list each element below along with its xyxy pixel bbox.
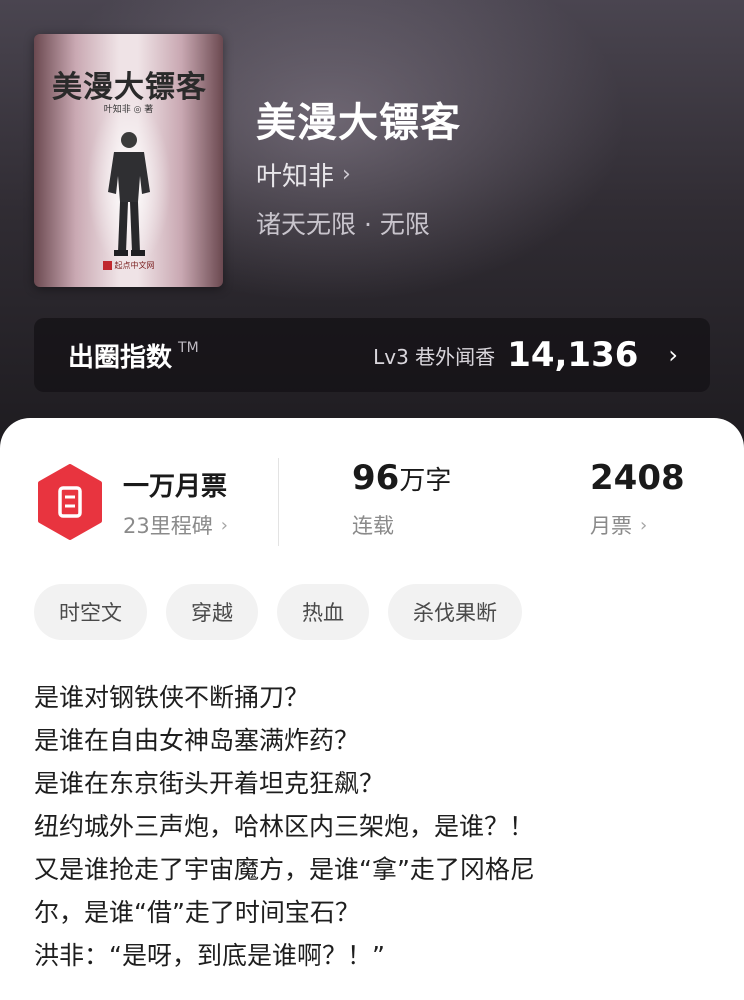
monthly-ticket-badge-icon bbox=[38, 464, 102, 540]
index-level: Lv3 巷外闻香 bbox=[373, 344, 496, 369]
monthly-ticket-link[interactable]: 月票 › bbox=[590, 510, 647, 540]
cover-publisher-logo: 起点中文网 bbox=[34, 260, 223, 271]
ticket-milestone-link[interactable]: 23里程碑 › bbox=[123, 510, 228, 540]
synopsis-line: 又是谁抢走了宇宙魔方，是谁“拿”走了冈格尼 bbox=[34, 855, 535, 884]
ticket-milestone-title: 一万月票 bbox=[123, 472, 228, 502]
synopsis-line: 洪非：“是呀，到底是谁啊？！” bbox=[34, 941, 385, 970]
synopsis-line: 纽约城外三声炮，哈林区内三架炮，是谁？！ bbox=[34, 812, 535, 841]
tag-list: 时空文 穿越 热血 杀伐果断 bbox=[34, 584, 522, 640]
author-name: 叶知非 bbox=[256, 162, 335, 192]
synopsis-line: 是谁对钢铁侠不断捅刀？ bbox=[34, 683, 310, 712]
monthly-ticket-count: 2408 bbox=[590, 458, 685, 498]
tag-chip[interactable]: 杀伐果断 bbox=[388, 584, 522, 640]
serial-status: 连载 bbox=[352, 514, 394, 538]
ticket-milestone-sub: 23里程碑 bbox=[123, 514, 213, 538]
popularity-index-bar[interactable]: 出圈指数 TM Lv3 巷外闻香 14,136 › bbox=[34, 318, 710, 392]
synopsis-line: 尔，是谁“借”走了时间宝石？ bbox=[34, 898, 360, 927]
synopsis-line: 是谁在东京街头开着坦克狂飙？ bbox=[34, 769, 385, 798]
cover-author: 叶知非 ◎ 著 bbox=[103, 105, 154, 115]
synopsis: 是谁对钢铁侠不断捅刀？ 是谁在自由女神岛塞满炸药？ 是谁在东京街头开着坦克狂飙？… bbox=[34, 676, 714, 977]
tag-chip[interactable]: 时空文 bbox=[34, 584, 147, 640]
cover-title: 美漫大镖客 bbox=[52, 70, 207, 105]
monthly-ticket-label: 月票 bbox=[590, 514, 632, 538]
chevron-right-icon: › bbox=[342, 162, 351, 187]
index-value: 14,136 bbox=[507, 335, 639, 375]
cover-figure-illustration bbox=[108, 132, 150, 256]
tag-chip[interactable]: 穿越 bbox=[166, 584, 258, 640]
stats-divider bbox=[278, 458, 279, 546]
book-header: 美漫大镖客 叶知非 ◎ 著 起点中文网 美漫大镖客 叶知非 › 诸天无限 · 无… bbox=[0, 0, 744, 470]
chevron-right-icon: › bbox=[220, 514, 228, 536]
tag-chip[interactable]: 热血 bbox=[277, 584, 369, 640]
author-link[interactable]: 叶知非 › bbox=[256, 156, 351, 193]
chevron-right-icon: › bbox=[640, 514, 648, 536]
index-label: 出圈指数 bbox=[68, 342, 173, 373]
stats-row: 一万月票 23里程碑 › 96万字 连载 2408 月票 › bbox=[0, 458, 744, 558]
word-count: 96万字 bbox=[352, 458, 452, 498]
book-cover[interactable]: 美漫大镖客 叶知非 ◎ 著 起点中文网 bbox=[34, 34, 223, 287]
book-title: 美漫大镖客 bbox=[256, 99, 461, 146]
chevron-right-icon: › bbox=[668, 341, 678, 369]
trademark-mark: TM bbox=[178, 340, 199, 356]
book-genre: 诸天无限 · 无限 bbox=[256, 210, 430, 239]
synopsis-line: 是谁在自由女神岛塞满炸药？ bbox=[34, 726, 360, 755]
